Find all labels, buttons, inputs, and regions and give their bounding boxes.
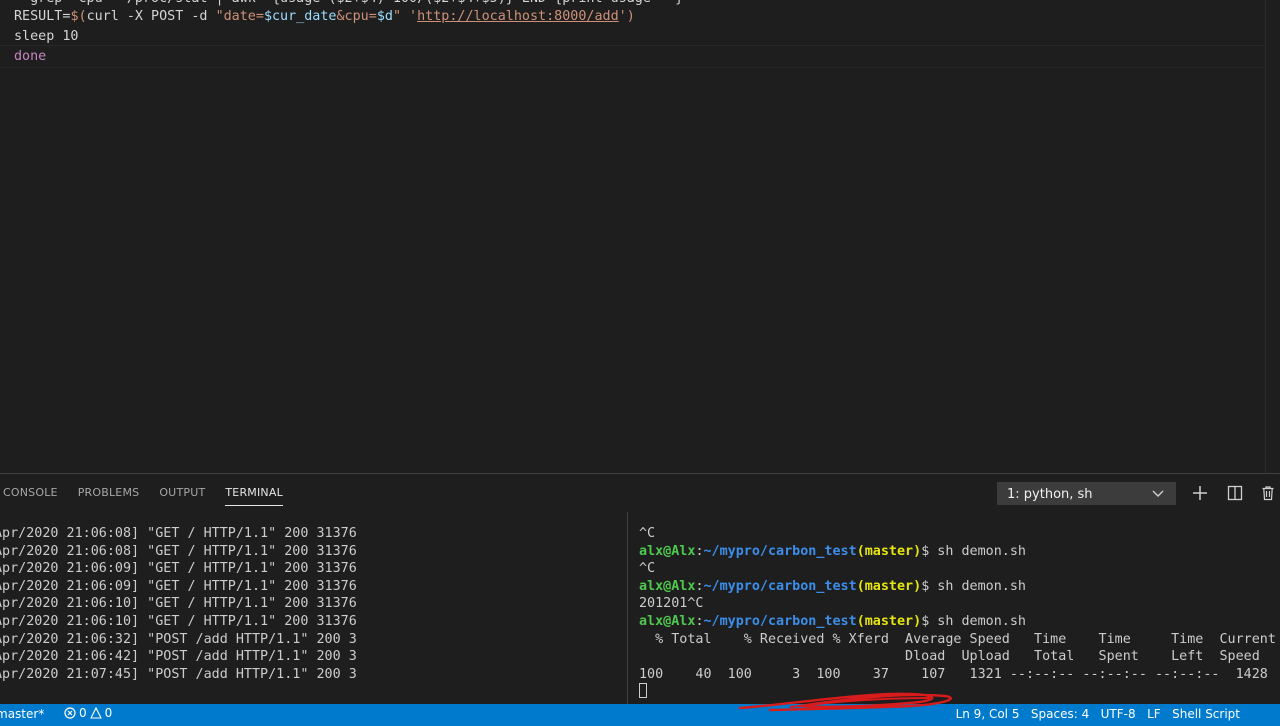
status-bar: master* 0 0 Ln 9, Col 5 Spaces: 4 UTF-8 … [0,704,1280,726]
tab-output[interactable]: OUTPUT [149,474,215,512]
split-icon [1227,485,1243,501]
prompt-user: alx@Alx [639,614,696,629]
warning-icon [89,707,102,719]
code-token: $d [376,9,393,24]
prompt-sep: : [695,614,704,629]
prompt-branch: (master) [856,578,922,594]
code-token: grep 'cpu ' /proc/stat | awk '{usage=($2… [14,0,691,6]
error-count: 0 [79,706,87,720]
code-token: " ' [392,9,418,24]
terminal-prompt-line: alx@Alx:~/mypro/carbon_test(master)$ sh … [639,578,1026,596]
prompt-command: $ sh demon.sh [921,543,1026,559]
split-terminal-button[interactable] [1224,482,1246,504]
editor-scrollbar[interactable] [1265,0,1280,473]
terminal-pane-left[interactable]: Apr/2020 21:06:08] "GET / HTTP/1.1" 200 … [0,525,620,695]
prompt-path: ~/mypro/carbon_test [703,614,857,629]
terminal-prompt-line: alx@Alx:~/mypro/carbon_test(master)$ sh … [639,543,1026,561]
prompt-path: ~/mypro/carbon_test [703,543,857,559]
code-line: sleep 10 [14,27,79,47]
code-token: $cur_date [263,9,337,24]
code-line: done [14,47,46,67]
terminal-cursor [639,683,647,699]
error-icon [64,707,76,719]
chevron-down-icon [1152,490,1164,497]
bottom-panel: CONSOLE PROBLEMS OUTPUT TERMINAL 1: pyth… [0,473,1280,705]
terminal-line: Dload Upload Total Spent Left Speed [639,649,1260,665]
trash-icon [1262,486,1274,501]
code-token: RESULT= [14,9,71,24]
terminal-line: Apr/2020 21:06:08] "GET / HTTP/1.1" 200 … [0,526,357,541]
code-token: $( [70,9,87,24]
prompt-branch: (master) [856,614,922,629]
terminal-line: Apr/2020 21:06:42] "POST /add HTTP/1.1" … [0,649,357,665]
current-line-highlight [0,45,1280,68]
code-token: done [14,49,47,64]
status-right-items[interactable]: Ln 9, Col 5 Spaces: 4 UTF-8 LF Shell Scr… [956,707,1240,721]
terminal-select[interactable]: 1: python, sh [997,482,1176,505]
plus-icon [1193,486,1207,500]
terminal-line: Apr/2020 21:06:09] "GET / HTTP/1.1" 200 … [0,561,357,577]
problems-indicator[interactable]: 0 0 [64,706,112,720]
terminal-line: 201201^C [639,596,704,612]
tab-console[interactable]: CONSOLE [0,474,68,512]
code-token: curl -X POST -d [86,9,216,24]
prompt-sep: : [695,578,704,594]
terminal-prompt-line: alx@Alx:~/mypro/carbon_test(master)$ sh … [639,613,1026,631]
warning-count: 0 [104,706,113,720]
code-token: ') [618,9,635,24]
tab-problems[interactable]: PROBLEMS [68,474,150,512]
code-editor[interactable]: grep 'cpu ' /proc/stat | awk '{usage=($2… [0,0,1280,473]
code-token: "date= [215,9,264,24]
panel-tabs: CONSOLE PROBLEMS OUTPUT TERMINAL [0,474,293,512]
code-token: &cpu= [336,9,377,24]
terminal-line: Apr/2020 21:06:10] "GET / HTTP/1.1" 200 … [0,596,357,612]
prompt-user: alx@Alx [639,543,696,559]
terminal-line: % Total % Received % Xferd Average Speed… [639,631,1276,647]
terminal-cursor-line [639,683,647,700]
kill-terminal-button[interactable] [1257,482,1279,504]
terminal-line: ^C [639,561,656,577]
prompt-command: $ sh demon.sh [921,614,1026,629]
prompt-path: ~/mypro/carbon_test [703,578,857,594]
terminal-select-value: 1: python, sh [1007,487,1093,502]
terminal-line: Apr/2020 21:06:08] "GET / HTTP/1.1" 200 … [0,543,357,559]
branch-indicator[interactable]: master* [0,707,44,721]
prompt-sep: : [695,543,704,559]
terminal-line: 100 40 100 3 100 37 107 1321 --:--:-- --… [639,666,1268,682]
terminal-line: ^C [639,526,656,541]
code-token: sleep 10 [14,29,79,44]
code-line: RESULT=$(curl -X POST -d "date=$cur_date… [14,7,635,27]
terminal-pane-right[interactable]: ^C alx@Alx:~/mypro/carbon_test(master)$ s… [639,525,1279,700]
new-terminal-button[interactable] [1189,482,1211,504]
tab-terminal[interactable]: TERMINAL [215,474,293,512]
terminal-split-divider[interactable] [627,512,628,705]
prompt-user: alx@Alx [639,578,696,594]
terminal-line: Apr/2020 21:06:09] "GET / HTTP/1.1" 200 … [0,578,357,594]
prompt-command: $ sh demon.sh [921,578,1026,594]
terminal-line: Apr/2020 21:06:10] "GET / HTTP/1.1" 200 … [0,614,357,629]
terminal-line: Apr/2020 21:06:32] "POST /add HTTP/1.1" … [0,631,357,647]
prompt-branch: (master) [856,543,922,559]
code-link[interactable]: http://localhost:8000/add [417,9,619,24]
terminal-line: Apr/2020 21:07:45] "POST /add HTTP/1.1" … [0,666,357,682]
